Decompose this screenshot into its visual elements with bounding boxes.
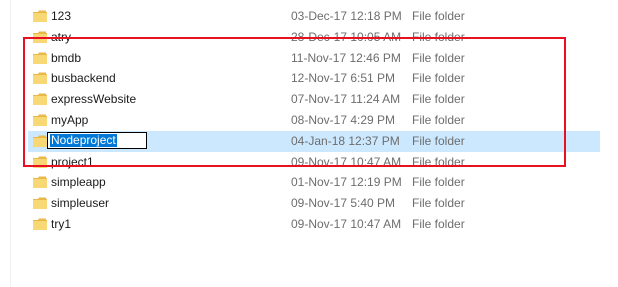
file-date-modified: 04-Jan-18 12:37 PM <box>291 133 400 148</box>
file-date-modified: 28-Dec-17 10:05 AM <box>291 29 402 44</box>
file-row-nodeproject[interactable]: Nodeproject 04-Jan-18 12:37 PM File fold… <box>0 130 618 152</box>
file-date-modified: 08-Nov-17 4:29 PM <box>291 112 396 127</box>
file-name: simpleuser <box>51 196 110 211</box>
folder-icon <box>33 218 47 230</box>
file-type: File folder <box>412 29 465 44</box>
file-date-modified: 09-Nov-17 10:47 AM <box>291 154 402 169</box>
folder-icon <box>33 52 47 64</box>
folder-icon <box>33 31 47 43</box>
file-name: simpleapp <box>51 175 106 190</box>
file-type: File folder <box>412 216 465 231</box>
file-date-modified: 09-Nov-17 10:47 AM <box>291 216 402 231</box>
file-name: project1 <box>51 154 94 169</box>
file-type: File folder <box>412 196 465 211</box>
rename-input-selected-text[interactable]: Nodeproject <box>50 133 117 147</box>
rename-field[interactable]: Nodeproject <box>47 131 147 149</box>
file-name: bmdb <box>51 50 82 65</box>
file-row-busbackend[interactable]: busbackend 12-Nov-17 6:51 PM File folder <box>0 68 618 89</box>
file-name: myApp <box>51 112 89 127</box>
file-date-modified: 12-Nov-17 6:51 PM <box>291 71 396 86</box>
file-date-modified: 11-Nov-17 12:46 PM <box>291 50 401 65</box>
file-date-modified: 07-Nov-17 11:24 AM <box>291 92 401 107</box>
file-row-bmdb[interactable]: bmdb 11-Nov-17 12:46 PM File folder <box>0 48 618 69</box>
folder-icon <box>33 156 47 168</box>
file-type: File folder <box>412 71 465 86</box>
file-date-modified: 09-Nov-17 5:40 PM <box>291 196 396 211</box>
file-date-modified: 03-Dec-17 12:18 PM <box>291 9 402 23</box>
folder-icon <box>33 114 47 126</box>
file-name: atry <box>51 29 72 44</box>
file-row-simpleuser[interactable]: simpleuser 09-Nov-17 5:40 PM File folder <box>0 193 618 214</box>
folder-icon <box>33 10 47 22</box>
folder-icon <box>33 176 47 189</box>
file-date-modified: 01-Nov-17 12:19 PM <box>291 175 402 190</box>
file-row-try1[interactable]: try1 09-Nov-17 10:47 AM File folder <box>0 214 618 235</box>
file-name: try1 <box>51 216 72 231</box>
file-type: File folder <box>412 50 465 65</box>
file-type: File folder <box>412 92 465 107</box>
file-row-myapp[interactable]: myApp 08-Nov-17 4:29 PM File folder <box>0 110 618 131</box>
file-list: 123 03-Dec-17 12:18 PM File folder atry … <box>0 6 618 235</box>
file-name: busbackend <box>51 71 116 86</box>
file-row-expresswebsite[interactable]: expressWebsite 07-Nov-17 11:24 AM File f… <box>0 89 618 110</box>
file-row-123[interactable]: 123 03-Dec-17 12:18 PM File folder <box>0 6 618 27</box>
folder-icon <box>33 197 47 210</box>
file-row-atry[interactable]: atry 28-Dec-17 10:05 AM File folder <box>0 27 618 48</box>
file-name: 123 <box>51 9 72 23</box>
folder-icon <box>33 135 47 147</box>
file-row-project1[interactable]: project1 09-Nov-17 10:47 AM File folder <box>0 152 618 173</box>
folder-icon <box>33 72 47 85</box>
file-type: File folder <box>412 112 465 127</box>
file-type: File folder <box>412 154 465 169</box>
file-type: File folder <box>412 9 465 23</box>
file-type: File folder <box>412 133 465 148</box>
file-row-simpleapp[interactable]: simpleapp 01-Nov-17 12:19 PM File folder <box>0 172 618 193</box>
file-type: File folder <box>412 175 465 190</box>
folder-icon <box>33 93 47 106</box>
file-name: expressWebsite <box>51 92 137 107</box>
